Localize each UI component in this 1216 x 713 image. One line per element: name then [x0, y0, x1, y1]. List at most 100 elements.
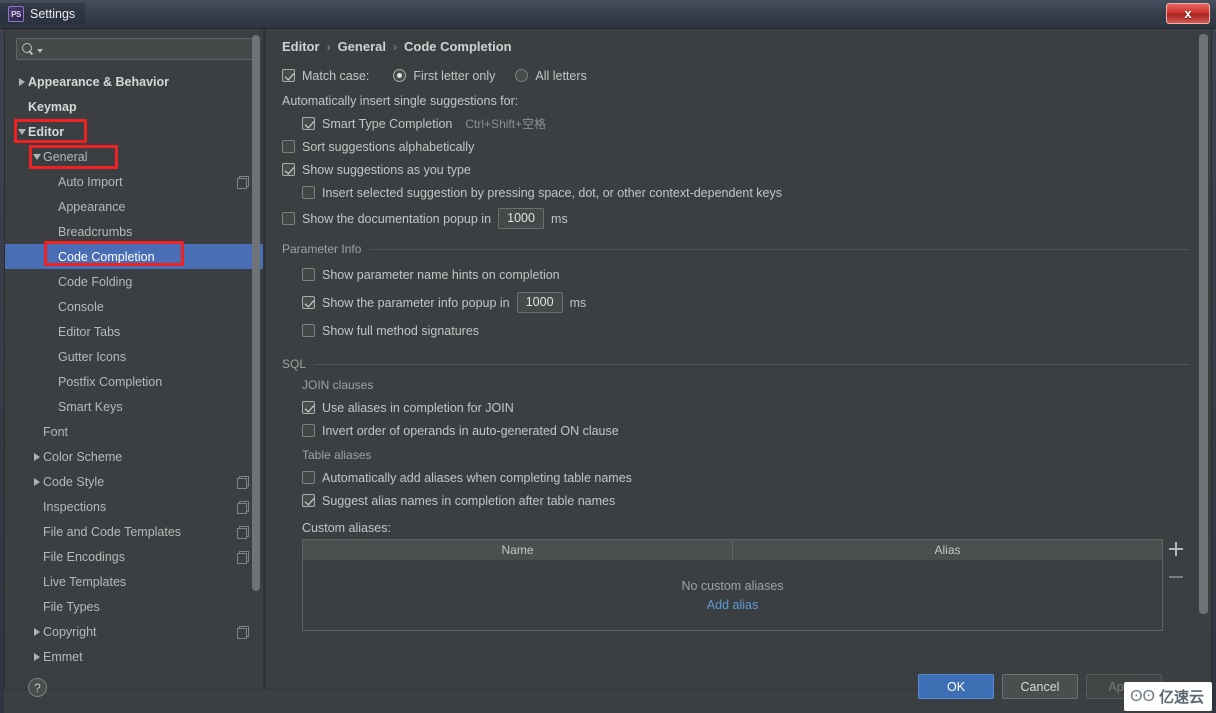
watermark: ʘʘ 亿速云 — [1124, 682, 1212, 711]
phpstorm-icon: PS — [8, 6, 24, 22]
copy-settings-icon[interactable] — [237, 550, 249, 564]
sidebar-item-file-types[interactable]: File Types — [5, 594, 263, 619]
breadcrumb-code-completion: Code Completion — [403, 39, 512, 54]
param-popup-delay-input[interactable]: 1000 — [516, 292, 563, 313]
sidebar-item-color-scheme[interactable]: Color Scheme — [5, 444, 263, 469]
sort-alphabetically-row: Sort suggestions alphabetically — [282, 135, 1189, 158]
custom-aliases-table[interactable]: Name Alias No custom aliases Add alias — [302, 539, 1163, 631]
sidebar-item-label: Gutter Icons — [58, 349, 127, 364]
all-letters-label: All letters — [535, 68, 587, 83]
dialog-button-bar: ? OK Cancel Apply — [4, 674, 1212, 713]
insert-selected-checkbox[interactable] — [302, 186, 315, 199]
chevron-down-icon[interactable] — [37, 48, 43, 53]
remove-alias-button[interactable] — [1169, 570, 1183, 584]
chevron-down-icon[interactable] — [15, 128, 28, 135]
chevron-right-icon[interactable] — [30, 652, 43, 661]
copy-settings-icon[interactable] — [237, 500, 249, 514]
column-header-name[interactable]: Name — [303, 540, 733, 560]
ok-button[interactable]: OK — [918, 674, 994, 699]
use-aliases-row: Use aliases in completion for JOIN — [282, 396, 1189, 419]
doc-popup-delay-input[interactable]: 1000 — [498, 208, 545, 229]
smart-type-completion-checkbox[interactable] — [302, 117, 315, 130]
sidebar-item-code-completion[interactable]: Code Completion — [5, 244, 263, 269]
breadcrumb-editor[interactable]: Editor — [282, 39, 320, 54]
cancel-button[interactable]: Cancel — [1002, 674, 1078, 699]
sidebar-item-appearance-behavior[interactable]: Appearance & Behavior — [5, 69, 263, 94]
sidebar-item-file-and-code-templates[interactable]: File and Code Templates — [5, 519, 263, 544]
sidebar-scrollbar[interactable] — [252, 35, 260, 591]
sidebar-item-label: Breadcrumbs — [58, 224, 133, 239]
param-hints-label: Show parameter name hints on completion — [322, 267, 560, 282]
sidebar-item-editor[interactable]: Editor — [5, 119, 263, 144]
suggest-alias-row: Suggest alias names in completion after … — [282, 489, 1189, 512]
full-signatures-checkbox[interactable] — [302, 324, 315, 337]
suggest-alias-label: Suggest alias names in completion after … — [322, 493, 616, 508]
chevron-right-icon[interactable] — [15, 77, 28, 86]
close-icon[interactable]: x — [1166, 3, 1210, 24]
show-suggestions-checkbox[interactable] — [282, 163, 295, 176]
sidebar-item-editor-tabs[interactable]: Editor Tabs — [5, 319, 263, 344]
settings-tree[interactable]: Appearance & Behavior Keymap Editor General… — [5, 66, 263, 689]
parameter-info-title: Parameter Info — [282, 242, 362, 256]
chevron-right-icon[interactable] — [30, 477, 43, 486]
sidebar-item-label: Postfix Completion — [58, 374, 163, 389]
column-header-alias[interactable]: Alias — [733, 540, 1162, 560]
sidebar-item-code-folding[interactable]: Code Folding — [5, 269, 263, 294]
sidebar-item-console[interactable]: Console — [5, 294, 263, 319]
doc-popup-unit: ms — [551, 211, 568, 226]
sidebar-item-label: File Encodings — [43, 549, 125, 564]
empty-state-text: No custom aliases — [681, 578, 784, 593]
chevron-down-icon[interactable] — [30, 153, 43, 160]
sidebar-item-copyright[interactable]: Copyright — [5, 619, 263, 644]
doc-popup-checkbox[interactable] — [282, 212, 295, 225]
use-aliases-checkbox[interactable] — [302, 401, 315, 414]
breadcrumb-general[interactable]: General — [338, 39, 386, 54]
sql-title: SQL — [282, 357, 307, 371]
chevron-right-icon[interactable] — [30, 452, 43, 461]
sidebar-item-keymap[interactable]: Keymap — [5, 94, 263, 119]
show-suggestions-row: Show suggestions as you type — [282, 158, 1189, 181]
match-case-checkbox[interactable] — [282, 69, 295, 82]
sidebar-item-label: General — [43, 149, 88, 164]
search-input[interactable] — [45, 42, 249, 56]
add-alias-button[interactable] — [1169, 542, 1183, 556]
sidebar-item-auto-import[interactable]: Auto Import — [5, 169, 263, 194]
sidebar-item-label: Console — [58, 299, 104, 314]
first-letter-only-radio[interactable] — [393, 69, 407, 82]
sidebar-item-gutter-icons[interactable]: Gutter Icons — [5, 344, 263, 369]
sidebar-item-live-templates[interactable]: Live Templates — [5, 569, 263, 594]
copy-settings-icon[interactable] — [237, 175, 249, 189]
chevron-right-icon[interactable] — [30, 627, 43, 636]
copy-settings-icon[interactable] — [237, 625, 249, 639]
sidebar-item-general[interactable]: General — [5, 144, 263, 169]
all-letters-radio[interactable] — [515, 69, 529, 82]
search-box[interactable] — [16, 38, 255, 60]
sidebar-item-code-style[interactable]: Code Style — [5, 469, 263, 494]
sidebar-item-font[interactable]: Font — [5, 419, 263, 444]
sort-alphabetically-checkbox[interactable] — [282, 140, 295, 153]
sidebar-item-file-encodings[interactable]: File Encodings — [5, 544, 263, 569]
suggest-alias-checkbox[interactable] — [302, 494, 315, 507]
param-hints-checkbox[interactable] — [302, 268, 315, 281]
full-signatures-label: Show full method signatures — [322, 323, 480, 338]
sidebar-item-inspections[interactable]: Inspections — [5, 494, 263, 519]
sidebar-item-smart-keys[interactable]: Smart Keys — [5, 394, 263, 419]
auto-insert-header-row: Automatically insert single suggestions … — [282, 89, 1189, 112]
table-empty-body: No custom aliases Add alias — [303, 560, 1162, 630]
sidebar-item-breadcrumbs[interactable]: Breadcrumbs — [5, 219, 263, 244]
settings-window: PS Settings x Appearance & Behavior Keyma… — [0, 0, 1216, 713]
help-button[interactable]: ? — [28, 678, 47, 697]
content-scrollbar[interactable] — [1199, 34, 1208, 614]
invert-order-checkbox[interactable] — [302, 424, 315, 437]
param-popup-checkbox[interactable] — [302, 296, 315, 309]
sidebar-item-label: Keymap — [28, 99, 77, 114]
sidebar-item-appearance[interactable]: Appearance — [5, 194, 263, 219]
section-divider — [314, 363, 1189, 365]
sidebar-item-emmet[interactable]: Emmet — [5, 644, 263, 669]
auto-add-aliases-checkbox[interactable] — [302, 471, 315, 484]
auto-add-aliases-row: Automatically add aliases when completin… — [282, 466, 1189, 489]
sidebar-item-postfix-completion[interactable]: Postfix Completion — [5, 369, 263, 394]
copy-settings-icon[interactable] — [237, 475, 249, 489]
copy-settings-icon[interactable] — [237, 525, 249, 539]
add-alias-link[interactable]: Add alias — [707, 598, 758, 612]
